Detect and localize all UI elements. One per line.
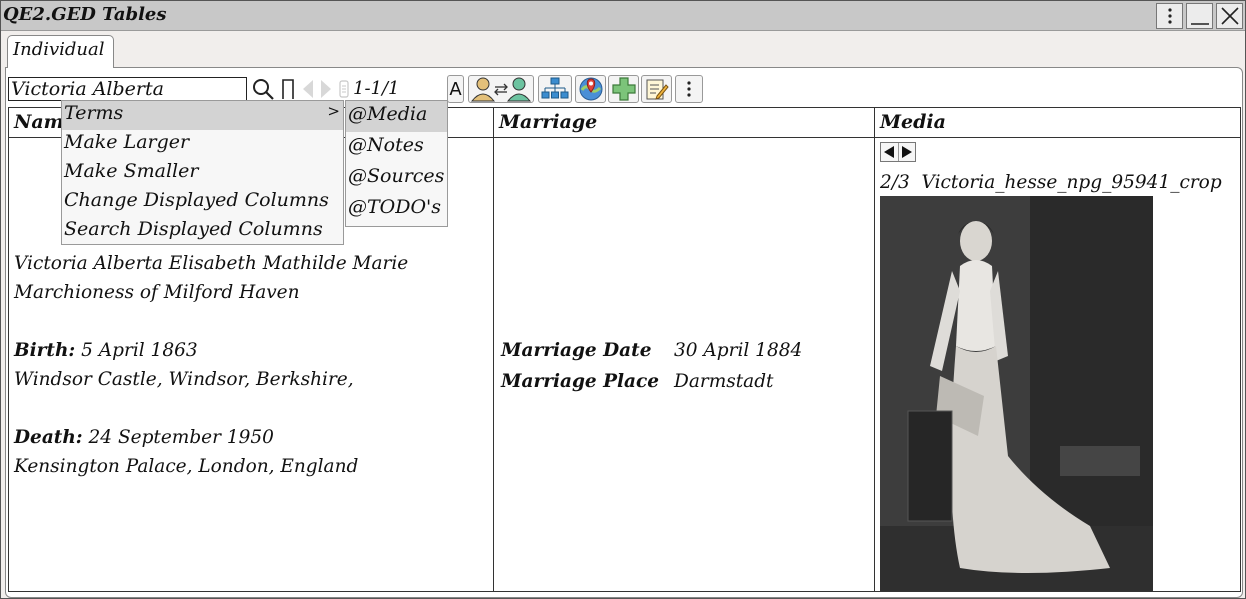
next-result-button[interactable] — [317, 75, 335, 103]
relationship-icon — [470, 77, 532, 102]
submenu-arrow-icon: > — [327, 102, 340, 120]
terms-submenu: @Media @Notes @Sources @TODO's — [345, 100, 448, 227]
search-button[interactable] — [250, 75, 276, 103]
edit-notes-button[interactable] — [641, 75, 672, 103]
death-date: 24 September 1950 — [88, 427, 274, 448]
column-divider — [493, 108, 494, 591]
map-button[interactable] — [575, 75, 606, 103]
marriage-place-label: Marriage Place — [501, 371, 660, 392]
media-navigator — [880, 142, 916, 162]
media-next-button[interactable] — [899, 143, 916, 161]
minimize-icon — [1190, 23, 1209, 25]
scroll-icon — [339, 80, 349, 98]
relationship-button[interactable] — [468, 75, 534, 103]
media-index: 2/3 — [880, 172, 910, 193]
menu-item-label: Terms — [64, 102, 124, 124]
birth-date: 5 April 1863 — [81, 340, 198, 361]
result-count: 1-1/1 — [353, 78, 400, 99]
add-icon — [611, 77, 636, 101]
column-header-marriage[interactable]: Marriage — [494, 108, 874, 138]
map-pin-icon — [579, 77, 602, 101]
full-name-line-2: Marchioness of Milford Haven — [14, 282, 300, 303]
marriage-date-label: Marriage Date — [501, 340, 652, 361]
more-button[interactable] — [675, 75, 703, 103]
close-button[interactable] — [1216, 3, 1243, 29]
menu-item-change-displayed-columns[interactable]: Change Displayed Columns — [62, 188, 343, 217]
marriage-place-value: Darmstadt — [674, 371, 774, 392]
media-photo[interactable] — [880, 196, 1153, 591]
clear-filter-button[interactable] — [278, 75, 298, 103]
app-window: QE2.GED Tables Individual Victoria Alber… — [0, 0, 1246, 599]
scroll-indicator[interactable] — [337, 75, 351, 103]
menu-item-make-larger[interactable]: Make Larger — [62, 130, 343, 159]
portrait-photo-image — [880, 196, 1153, 591]
clear-filter-icon — [282, 79, 294, 99]
font-size-button[interactable]: A — [447, 75, 464, 103]
search-input[interactable] — [8, 77, 247, 101]
window-more-button[interactable] — [1156, 3, 1183, 29]
search-icon — [253, 79, 274, 100]
title-bar: QE2.GED Tables — [1, 1, 1245, 31]
more-icon — [687, 81, 691, 97]
media-filename: Victoria_hesse_npg_95941_crop — [921, 172, 1222, 193]
family-tree-button[interactable] — [538, 75, 572, 103]
window-title: QE2.GED Tables — [3, 4, 167, 25]
marriage-date-value: 30 April 1884 — [674, 340, 803, 361]
submenu-item-notes[interactable]: @Notes — [346, 132, 447, 163]
minimize-button[interactable] — [1186, 3, 1213, 29]
submenu-item-media[interactable]: @Media — [346, 101, 447, 132]
family-tree-icon — [541, 77, 569, 99]
menu-item-make-smaller[interactable]: Make Smaller — [62, 159, 343, 188]
media-prev-icon — [884, 146, 895, 158]
birth-line: Birth: 5 April 1863 — [14, 336, 408, 365]
next-arrow-icon — [321, 80, 331, 98]
context-menu: Terms > Make Larger Make Smaller Change … — [61, 100, 344, 245]
tab-individual[interactable]: Individual — [7, 35, 114, 68]
media-prev-button[interactable] — [881, 143, 899, 161]
menu-item-terms[interactable]: Terms > — [62, 101, 343, 130]
prev-arrow-icon — [303, 80, 313, 98]
death-place: Kensington Palace, London, England — [14, 456, 359, 477]
column-divider — [874, 108, 875, 591]
prev-result-button[interactable] — [299, 75, 317, 103]
edit-notes-icon — [646, 79, 669, 100]
death-label: Death: — [14, 427, 83, 448]
submenu-item-todos[interactable]: @TODO's — [346, 194, 447, 225]
column-header-media[interactable]: Media — [875, 108, 1240, 138]
vertical-ellipsis-icon — [1167, 8, 1172, 24]
death-line: Death: 24 September 1950 — [14, 423, 408, 452]
submenu-item-sources[interactable]: @Sources — [346, 163, 447, 194]
close-icon — [1220, 7, 1239, 25]
full-name-line-1: Victoria Alberta Elisabeth Mathilde Mari… — [14, 253, 409, 274]
menu-item-search-displayed-columns[interactable]: Search Displayed Columns — [62, 217, 343, 246]
add-button[interactable] — [608, 75, 639, 103]
marriage-cell[interactable]: Marriage Date 30 April 1884 Marriage Plac… — [501, 336, 802, 396]
birth-place: Windsor Castle, Windsor, Berkshire, — [14, 369, 354, 390]
media-next-icon — [901, 146, 912, 158]
media-caption: 2/3 Victoria_hesse_npg_95941_crop — [880, 168, 1222, 197]
birth-label: Birth: — [14, 340, 76, 361]
name-cell[interactable]: Victoria Alberta Elisabeth Mathilde Mari… — [14, 249, 408, 481]
